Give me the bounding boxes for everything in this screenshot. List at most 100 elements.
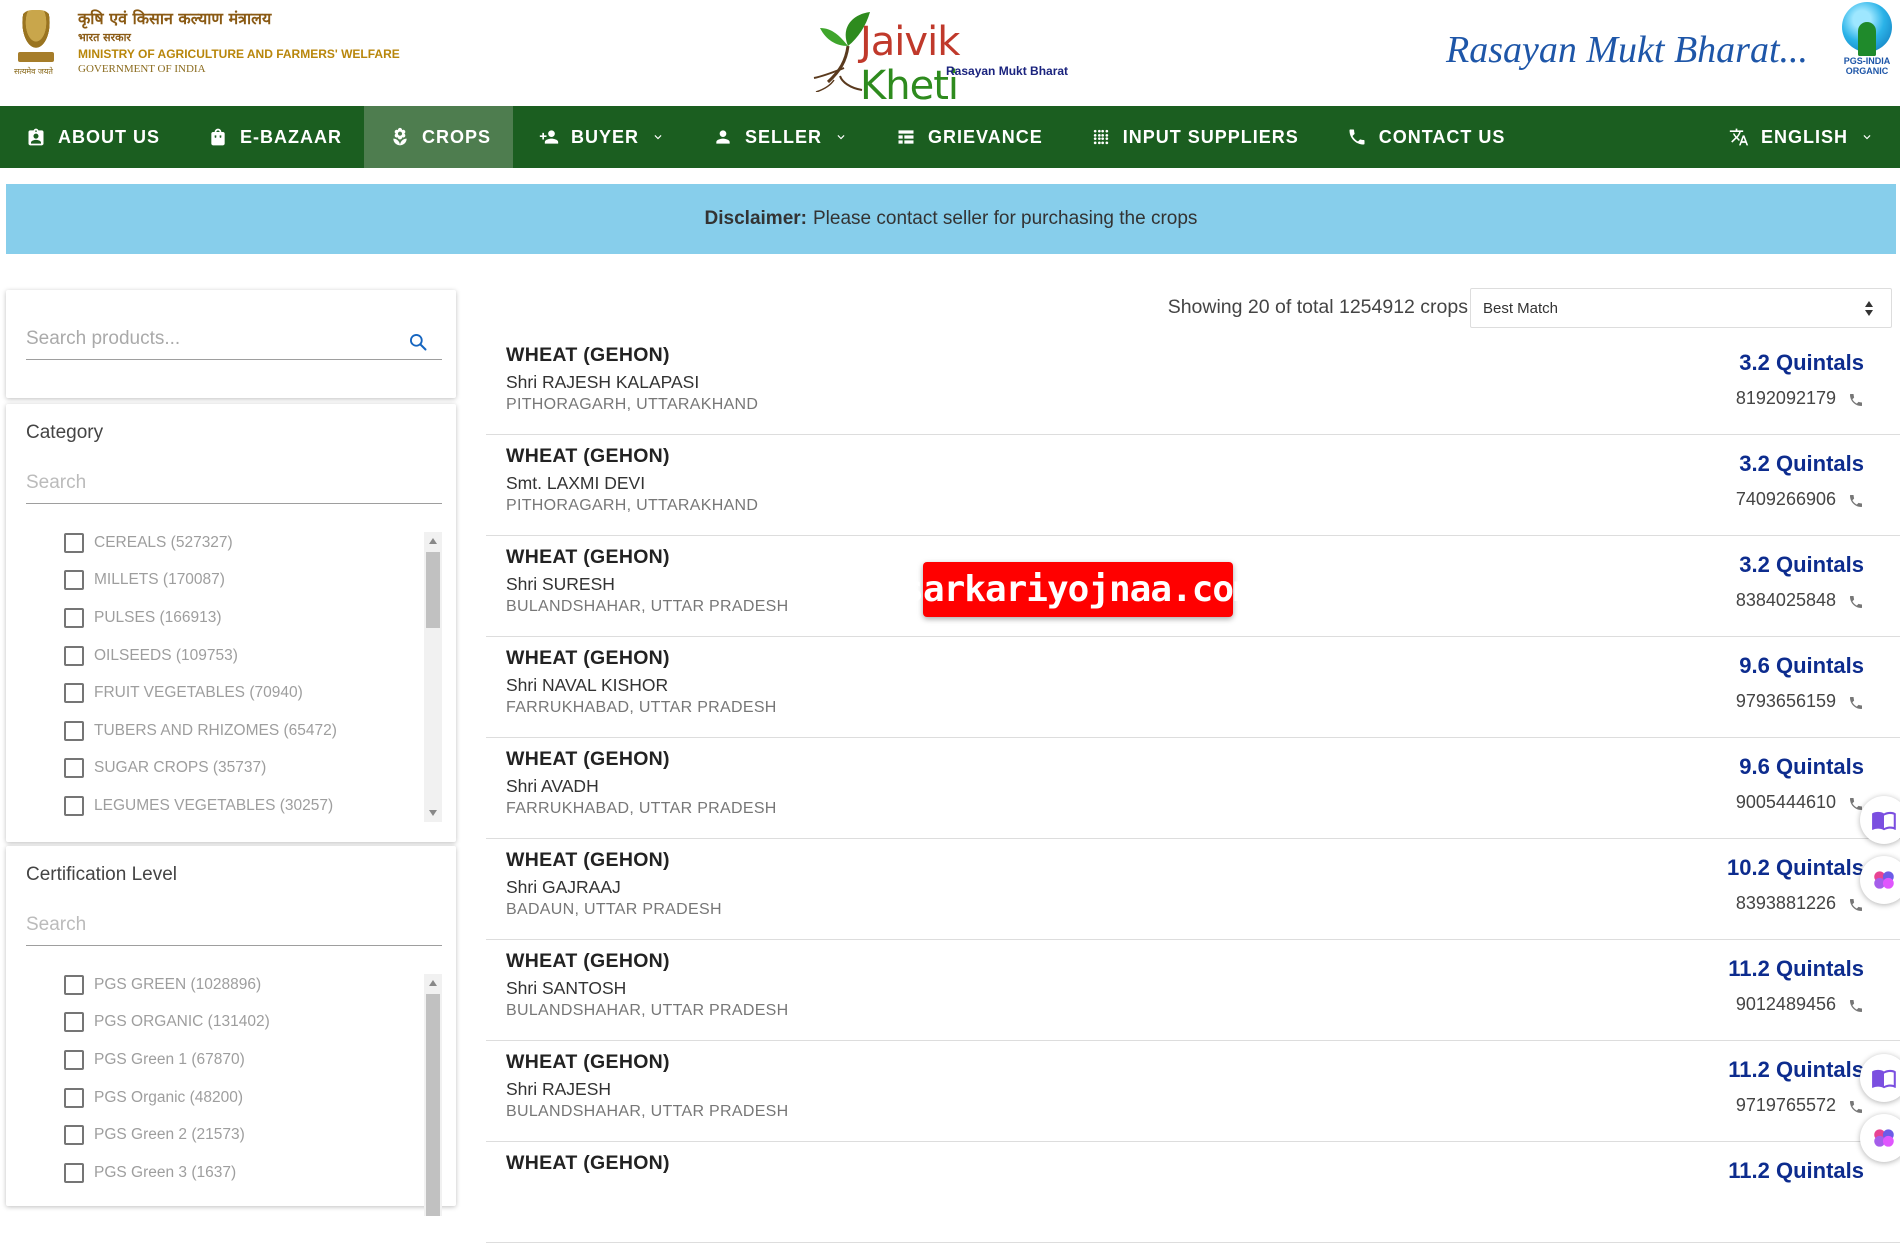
crop-name[interactable]: WHEAT (GEHON): [506, 849, 670, 872]
product-search-input[interactable]: [26, 320, 396, 358]
seller-phone[interactable]: 8393881226: [1736, 893, 1836, 914]
phone-icon[interactable]: [1848, 392, 1864, 408]
ministry-branding[interactable]: सत्यमेव जयते कृषि एवं किसान कल्याण मंत्र…: [14, 8, 454, 80]
certification-option[interactable]: PGS Green 2 (21573): [26, 1116, 442, 1154]
checkbox[interactable]: [64, 532, 84, 553]
phone-icon[interactable]: [1848, 998, 1864, 1014]
certification-option[interactable]: PGS ORGANIC (131402): [26, 1004, 442, 1042]
phone-icon[interactable]: [1848, 493, 1864, 509]
category-title: Category: [26, 422, 104, 443]
nav-input-suppliers[interactable]: INPUT SUPPLIERS: [1065, 106, 1321, 168]
scroll-up-arrow-icon[interactable]: [429, 980, 437, 986]
jaivik-kheti-logo[interactable]: Jaivik Kheti Rasayan Mukt Bharat: [810, 6, 1068, 108]
category-option[interactable]: PULSES (166913): [26, 599, 442, 637]
crop-name[interactable]: WHEAT (GEHON): [506, 1051, 670, 1074]
nav-crops[interactable]: CROPS: [364, 106, 514, 168]
seller-location: FARRUKHABAD, UTTAR PRADESH: [506, 699, 777, 716]
phone-icon[interactable]: [1848, 594, 1864, 610]
crop-name[interactable]: WHEAT (GEHON): [506, 1152, 670, 1175]
checkbox[interactable]: [64, 645, 84, 666]
crop-row[interactable]: WHEAT (GEHON) Smt. LAXMI DEVI PITHORAGAR…: [486, 435, 1900, 536]
checkbox[interactable]: [64, 795, 84, 816]
seller-phone[interactable]: 9005444610: [1736, 792, 1836, 813]
phone-icon[interactable]: [1848, 897, 1864, 913]
checkbox[interactable]: [64, 974, 84, 995]
category-option[interactable]: SUGAR CROPS (35737): [26, 750, 442, 788]
nav-seller[interactable]: SELLER: [687, 106, 870, 168]
sort-selected-value: Best Match: [1483, 299, 1559, 317]
crop-name[interactable]: WHEAT (GEHON): [506, 647, 670, 670]
category-option[interactable]: MILLETS (170087): [26, 562, 442, 600]
crop-name[interactable]: WHEAT (GEHON): [506, 344, 670, 367]
checkbox[interactable]: [64, 570, 84, 591]
certification-search-input[interactable]: [26, 906, 442, 944]
search-icon[interactable]: [408, 332, 428, 352]
category-option[interactable]: FRUIT VEGETABLES (70940): [26, 674, 442, 712]
scroll-up-arrow-icon[interactable]: [429, 538, 437, 544]
nav-label: INPUT SUPPLIERS: [1122, 126, 1299, 147]
nav-contact-us[interactable]: CONTACT US: [1321, 106, 1528, 168]
sort-select[interactable]: Best Match: [1470, 288, 1892, 328]
nav-grievance[interactable]: GRIEVANCE: [870, 106, 1065, 168]
category-option[interactable]: LEGUMES VEGETABLES (30257): [26, 787, 442, 824]
crop-name[interactable]: WHEAT (GEHON): [506, 748, 670, 771]
seller-phone[interactable]: 9793656159: [1736, 691, 1836, 712]
checkbox[interactable]: [64, 1162, 84, 1183]
crop-row[interactable]: WHEAT (GEHON) Shri RAJESH KALAPASI PITHO…: [486, 334, 1900, 435]
crop-name[interactable]: WHEAT (GEHON): [506, 445, 670, 468]
seller-phone[interactable]: 9719765572: [1736, 1095, 1836, 1116]
crop-row[interactable]: WHEAT (GEHON) Shri GAJRAAJ BADAUN, UTTAR…: [486, 839, 1900, 940]
phone-icon[interactable]: [1848, 1099, 1864, 1115]
scroll-down-arrow-icon[interactable]: [429, 810, 437, 816]
scrollbar-thumb[interactable]: [426, 994, 440, 1216]
crop-row[interactable]: WHEAT (GEHON) Shri AVADH FARRUKHABAD, UT…: [486, 738, 1900, 839]
nav-e-bazaar[interactable]: E-BAZAAR: [182, 106, 364, 168]
seller-phone[interactable]: 8384025848: [1736, 590, 1836, 611]
certification-option-label: PGS Green 3 (1637): [94, 1163, 237, 1181]
checkbox[interactable]: [64, 1087, 84, 1108]
table-icon: [898, 130, 914, 144]
language-selector[interactable]: ENGLISH: [1703, 106, 1900, 168]
checkbox[interactable]: [64, 1049, 84, 1070]
certification-scrollbar[interactable]: [424, 974, 442, 1216]
checkbox[interactable]: [64, 720, 84, 741]
category-option-label: PULSES (166913): [94, 608, 222, 626]
crop-row[interactable]: WHEAT (GEHON) 11.2 Quintals: [486, 1142, 1900, 1243]
seller-location: BADAUN, UTTAR PRADESH: [506, 901, 722, 918]
crop-row[interactable]: WHEAT (GEHON) Shri SANTOSH BULANDSHAHAR,…: [486, 940, 1900, 1041]
crop-name[interactable]: WHEAT (GEHON): [506, 546, 670, 569]
seller-phone[interactable]: 7409266906: [1736, 489, 1836, 510]
checkbox[interactable]: [64, 607, 84, 628]
category-scrollbar[interactable]: [424, 532, 442, 822]
shopping-bag-icon: [211, 128, 225, 146]
ai-assistant-floating-button[interactable]: [1860, 856, 1900, 904]
reader-floating-button[interactable]: [1860, 1054, 1900, 1102]
book-icon: [1872, 811, 1896, 831]
phone-icon[interactable]: [1848, 695, 1864, 711]
certification-option[interactable]: PGS GREEN (1028896): [26, 966, 442, 1004]
nav-about-us[interactable]: ABOUT US: [0, 106, 182, 168]
checkbox[interactable]: [64, 1012, 84, 1033]
crop-name[interactable]: WHEAT (GEHON): [506, 950, 670, 973]
crop-row[interactable]: WHEAT (GEHON) Shri NAVAL KISHOR FARRUKHA…: [486, 637, 1900, 738]
certification-option[interactable]: PGS Organic (48200): [26, 1079, 442, 1117]
category-option[interactable]: CEREALS (527327): [26, 524, 442, 562]
seller-phone[interactable]: 9012489456: [1736, 994, 1836, 1015]
reader-floating-button[interactable]: [1860, 796, 1900, 844]
category-option[interactable]: TUBERS AND RHIZOMES (65472): [26, 712, 442, 750]
certification-option[interactable]: PGS Green 3 (1637): [26, 1154, 442, 1192]
scrollbar-thumb[interactable]: [426, 552, 440, 628]
checkbox[interactable]: [64, 683, 84, 704]
seller-phone[interactable]: 8192092179: [1736, 388, 1836, 409]
checkbox[interactable]: [64, 1125, 84, 1146]
nav-buyer[interactable]: BUYER: [513, 106, 687, 168]
nav-label: CROPS: [422, 126, 492, 147]
ai-assistant-floating-button[interactable]: [1860, 1114, 1900, 1162]
checkbox[interactable]: [64, 758, 84, 779]
certification-option[interactable]: PGS Green 1 (67870): [26, 1041, 442, 1079]
disclaimer-text: Please contact seller for purchasing the…: [813, 208, 1198, 229]
crop-row[interactable]: WHEAT (GEHON) Shri RAJESH BULANDSHAHAR, …: [486, 1041, 1900, 1142]
category-search-input[interactable]: [26, 464, 442, 502]
nav-label: CONTACT US: [1378, 126, 1506, 147]
category-option[interactable]: OILSEEDS (109753): [26, 637, 442, 675]
